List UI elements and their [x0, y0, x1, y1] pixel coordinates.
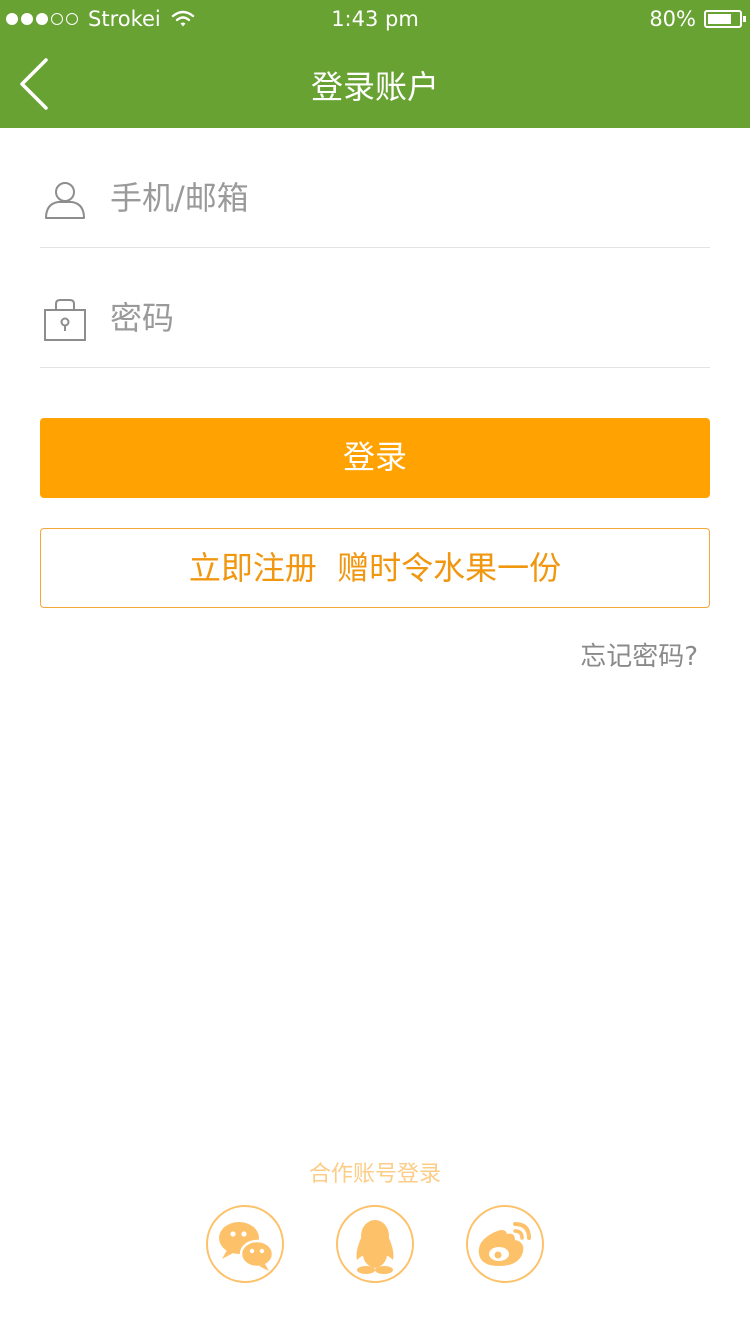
status-bar: Strokei 1:43 pm 80% [0, 0, 750, 40]
account-input[interactable] [110, 178, 670, 218]
password-field [40, 248, 710, 368]
page-title: 登录账户 [310, 68, 439, 106]
battery-icon [704, 10, 746, 28]
weibo-login-button[interactable] [465, 1204, 545, 1284]
register-button[interactable]: 立即注册 赠时令水果一份 [40, 528, 710, 608]
battery-level-fill [708, 14, 732, 24]
account-field [40, 128, 710, 248]
qq-login-button[interactable] [335, 1204, 415, 1284]
wechat-icon [206, 1205, 284, 1283]
lock-icon [44, 299, 86, 341]
user-icon [45, 182, 85, 219]
status-time: 1:43 pm [331, 7, 419, 31]
wechat-login-button[interactable] [205, 1204, 285, 1284]
qq-icon [336, 1205, 414, 1283]
header-bar: Strokei 1:43 pm 80% 登录账户 [0, 0, 750, 128]
partner-login-label: 合作账号登录 [308, 1162, 441, 1187]
weibo-icon [466, 1205, 544, 1283]
password-input[interactable] [110, 298, 670, 338]
forgot-password-link[interactable]: 忘记密码? [580, 636, 698, 673]
battery-percent: 80% [649, 7, 696, 31]
login-button[interactable]: 登录 [40, 418, 710, 498]
status-right: 80% [649, 7, 746, 31]
